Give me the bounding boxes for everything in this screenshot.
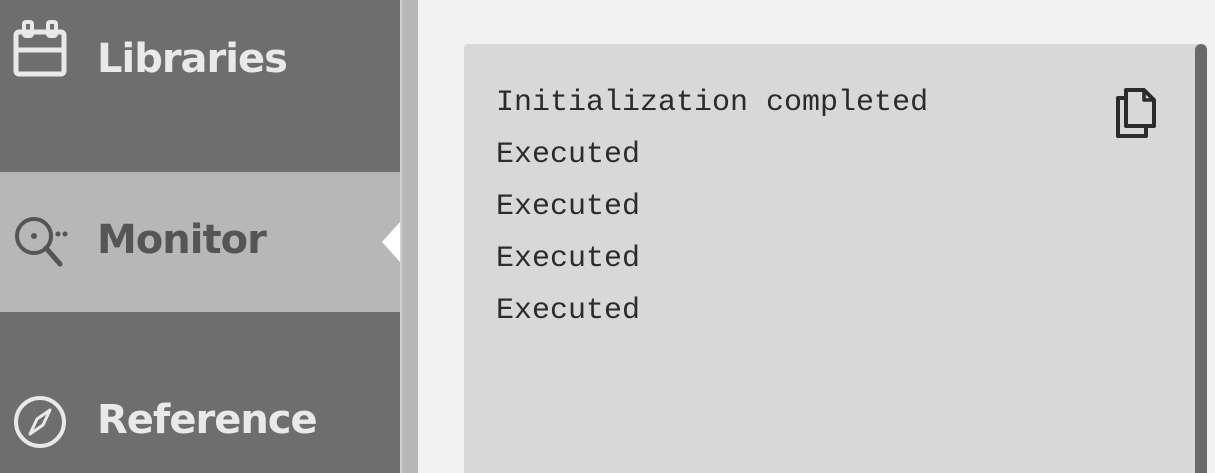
log-line: Executed (496, 294, 641, 328)
sidebar-divider[interactable] (400, 0, 418, 473)
log-line: Executed (496, 138, 641, 172)
sidebar: Libraries Monitor Reference (0, 0, 400, 473)
log-line: Executed (496, 190, 641, 224)
scrollbar[interactable] (1195, 44, 1207, 473)
sidebar-item-libraries[interactable]: Libraries (0, 0, 400, 172)
calendar-icon (10, 18, 70, 78)
log-line: Initialization completed (496, 86, 929, 120)
log-line: Executed (496, 242, 641, 276)
active-indicator (382, 222, 400, 262)
console-output: Initialization completed Executed Execut… (464, 44, 1207, 473)
monitor-search-icon (10, 210, 70, 270)
sidebar-item-monitor[interactable]: Monitor (0, 172, 400, 312)
copy-icon[interactable] (1112, 84, 1166, 140)
sidebar-item-label: Reference (97, 397, 318, 443)
compass-icon (10, 392, 70, 452)
sidebar-item-reference[interactable]: Reference (0, 312, 400, 473)
sidebar-item-label: Libraries (97, 36, 288, 82)
console-log: Initialization completed Executed Execut… (496, 84, 928, 344)
main-content: Initialization completed Executed Execut… (418, 0, 1215, 473)
sidebar-item-label: Monitor (97, 217, 267, 263)
